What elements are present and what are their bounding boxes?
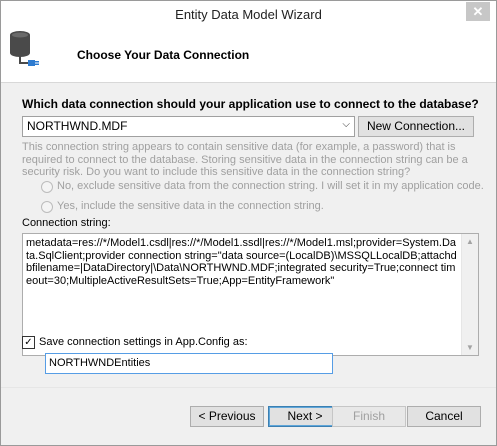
new-connection-button[interactable]: New Connection... bbox=[358, 116, 474, 137]
previous-button[interactable]: < Previous bbox=[190, 406, 264, 427]
entities-name-value: NORTHWNDEntities bbox=[49, 357, 151, 369]
connection-question: Which data connection should your applic… bbox=[22, 97, 479, 111]
page-title: Choose Your Data Connection bbox=[77, 48, 250, 62]
sensitive-data-info: This connection string appears to contai… bbox=[22, 141, 468, 178]
database-connection-icon bbox=[10, 31, 39, 66]
close-button[interactable]: ✕ bbox=[466, 2, 490, 21]
connection-dropdown[interactable]: NORTHWND.MDF ⌵ bbox=[22, 116, 355, 137]
scroll-up-icon[interactable]: ▲ bbox=[466, 237, 474, 246]
radio-button[interactable] bbox=[41, 201, 53, 213]
radio-exclude-label: No, exclude sensitive data from the conn… bbox=[57, 180, 484, 192]
next-button[interactable]: Next > bbox=[268, 406, 342, 427]
connection-string-label: Connection string: bbox=[22, 217, 111, 229]
title-bar: Entity Data Model Wizard ✕ bbox=[1, 1, 496, 29]
wizard-content: Which data connection should your applic… bbox=[1, 83, 496, 445]
footer-divider bbox=[1, 387, 496, 388]
connection-string-text: metadata=res://*/Model1.csdl|res://*/Mod… bbox=[26, 237, 457, 287]
close-icon: ✕ bbox=[472, 4, 484, 19]
vertical-scrollbar[interactable]: ▲ ▼ bbox=[461, 234, 478, 355]
entities-name-input[interactable]: NORTHWNDEntities bbox=[45, 353, 333, 374]
radio-include-label: Yes, include the sensitive data in the c… bbox=[57, 200, 324, 212]
chevron-down-icon: ⌵ bbox=[342, 119, 350, 130]
save-settings-checkbox[interactable]: ✓ bbox=[22, 336, 35, 349]
finish-button[interactable]: Finish bbox=[332, 406, 406, 427]
cancel-button[interactable]: Cancel bbox=[407, 406, 481, 427]
connection-selected-value: NORTHWND.MDF bbox=[27, 119, 128, 133]
scroll-down-icon[interactable]: ▼ bbox=[466, 343, 474, 352]
radio-button[interactable] bbox=[41, 181, 53, 193]
wizard-header: Choose Your Data Connection bbox=[1, 29, 496, 83]
save-settings-label: Save connection settings in App.Config a… bbox=[39, 336, 248, 348]
wizard-window: Entity Data Model Wizard ✕ Choose Your D… bbox=[0, 0, 497, 446]
window-title: Entity Data Model Wizard bbox=[175, 7, 322, 22]
